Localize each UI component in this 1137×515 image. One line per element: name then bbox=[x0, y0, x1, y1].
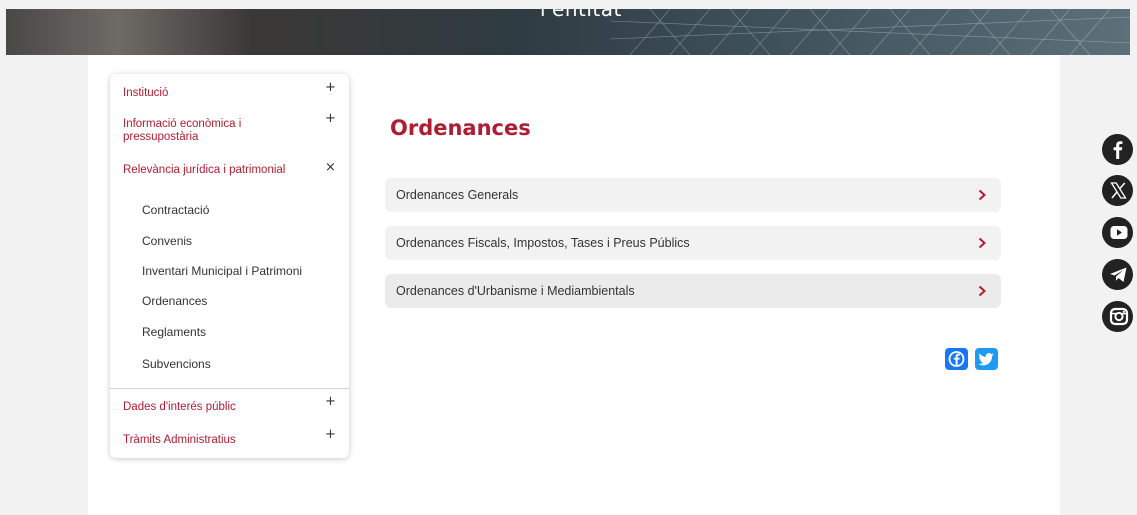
hero-banner: l'entitat bbox=[6, 9, 1130, 55]
social-youtube-link[interactable] bbox=[1102, 217, 1137, 248]
page-title: Ordenances bbox=[390, 116, 531, 140]
expand-icon[interactable]: + bbox=[325, 428, 336, 441]
expand-icon[interactable]: + bbox=[325, 395, 336, 408]
chevron-right-icon bbox=[978, 237, 986, 249]
sidebar-nav: Institució + Informació econòmica i pres… bbox=[110, 74, 349, 458]
hero-decoration bbox=[610, 9, 1130, 55]
sidebar-subitem-reglaments[interactable]: Reglaments bbox=[142, 325, 206, 339]
facebook-icon bbox=[948, 351, 965, 367]
share-twitter-button[interactable] bbox=[975, 348, 998, 370]
accordion-ordenances-generals[interactable]: Ordenances Generals bbox=[385, 178, 1001, 212]
sidebar-divider bbox=[110, 388, 349, 389]
sidebar-item-label: Relevància jurídica i patrimonial bbox=[123, 164, 286, 176]
sidebar-item-informacio-economica[interactable]: Informació econòmica i pressupostària bbox=[123, 118, 303, 144]
sidebar-item-dades-interes-public[interactable]: Dades d'interés públic bbox=[123, 401, 338, 414]
sidebar-subitem-ordenances[interactable]: Ordenances bbox=[142, 294, 207, 308]
sidebar-item-label: Informació econòmica i pressupostària bbox=[123, 118, 242, 143]
sidebar-subitem-convenis[interactable]: Convenis bbox=[142, 234, 192, 248]
instagram-icon bbox=[1109, 307, 1129, 326]
facebook-icon bbox=[1113, 141, 1123, 159]
sidebar-subitem-contractacio[interactable]: Contractació bbox=[142, 203, 209, 217]
accordion-label: Ordenances Generals bbox=[396, 188, 519, 202]
sidebar-item-institucio[interactable]: Institució bbox=[123, 87, 338, 100]
accordion-ordenances-fiscals[interactable]: Ordenances Fiscals, Impostos, Tases i Pr… bbox=[385, 226, 1001, 260]
sidebar-item-relevancia-juridica[interactable]: Relevància jurídica i patrimonial bbox=[123, 164, 338, 177]
social-instagram-link[interactable] bbox=[1102, 301, 1137, 332]
sidebar-item-label: Institució bbox=[123, 87, 169, 99]
youtube-icon bbox=[1110, 226, 1128, 239]
collapse-icon[interactable]: × bbox=[325, 161, 336, 174]
chevron-right-icon bbox=[978, 285, 986, 297]
sidebar-item-tramits-administratius[interactable]: Tràmits Administratius bbox=[123, 434, 338, 447]
social-x-link[interactable] bbox=[1102, 175, 1137, 206]
sidebar-subitem-inventari[interactable]: Inventari Municipal i Patrimoni bbox=[142, 264, 302, 278]
twitter-icon bbox=[978, 353, 994, 366]
sidebar-subitem-subvencions[interactable]: Subvencions bbox=[142, 357, 211, 371]
x-icon bbox=[1110, 182, 1127, 199]
chevron-right-icon bbox=[978, 189, 986, 201]
accordion-ordenances-urbanisme[interactable]: Ordenances d'Urbanisme i Mediambientals bbox=[385, 274, 1001, 308]
sidebar-item-label: Dades d'interés públic bbox=[123, 401, 236, 413]
share-facebook-button[interactable] bbox=[945, 348, 968, 370]
sidebar-item-label: Tràmits Administratius bbox=[123, 434, 236, 446]
expand-icon[interactable]: + bbox=[325, 112, 336, 125]
social-facebook-link[interactable] bbox=[1102, 134, 1137, 165]
telegram-icon bbox=[1110, 267, 1127, 282]
social-telegram-link[interactable] bbox=[1102, 259, 1137, 290]
accordion-label: Ordenances Fiscals, Impostos, Tases i Pr… bbox=[396, 236, 690, 250]
hero-title: l'entitat bbox=[540, 9, 622, 21]
expand-icon[interactable]: + bbox=[325, 81, 336, 94]
accordion-label: Ordenances d'Urbanisme i Mediambientals bbox=[396, 284, 635, 298]
